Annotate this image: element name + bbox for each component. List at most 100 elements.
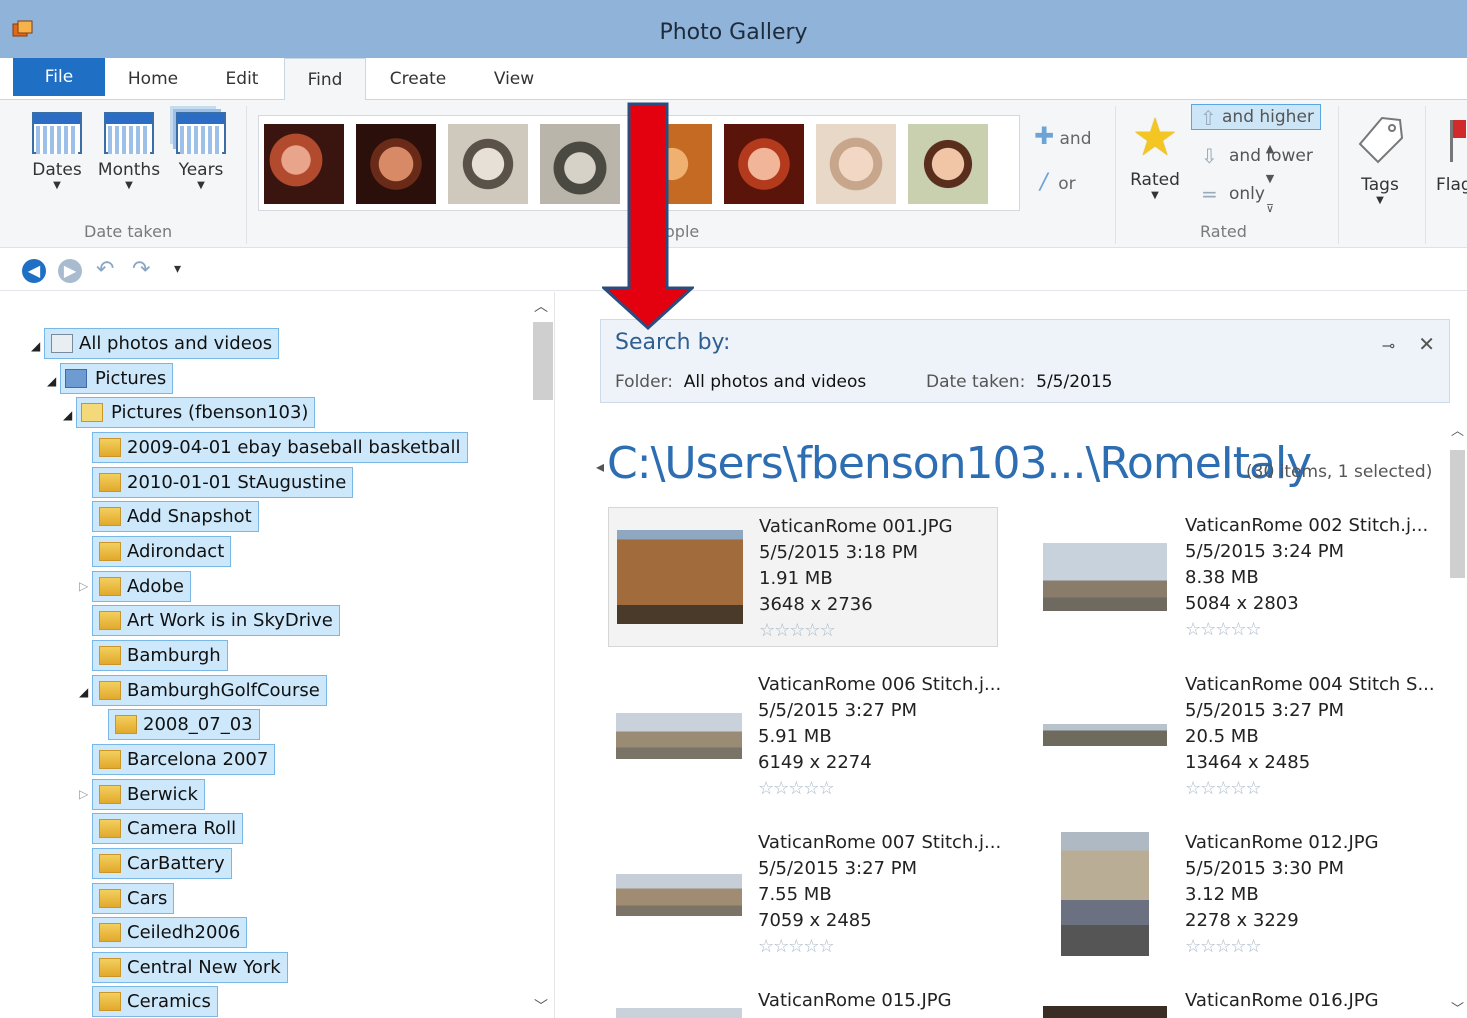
tree-item-folder[interactable]: 2008_07_03 (108, 709, 260, 740)
tree-item-folder[interactable]: Adirondact (92, 536, 232, 567)
scroll-down-icon[interactable]: ﹀ (1451, 998, 1464, 1017)
pictures-icon (65, 369, 87, 388)
rating-stars[interactable]: ☆☆☆☆☆ (1185, 934, 1379, 960)
collapse-arrow-icon[interactable]: ◢ (79, 685, 88, 699)
ribbon-separator (1115, 106, 1116, 244)
person-photo[interactable] (816, 124, 896, 204)
rating-stars[interactable]: ☆☆☆☆☆ (1185, 776, 1435, 802)
and-button[interactable]: ✚ and (1034, 122, 1092, 150)
date-taken-group-label: Date taken (84, 222, 173, 241)
years-button[interactable]: Years ▼ (172, 112, 230, 192)
close-icon[interactable]: ✕ (1418, 332, 1435, 356)
tree-item-folder[interactable]: Barcelona 2007 (92, 744, 276, 775)
rated-button[interactable]: ★ Rated ▼ (1126, 112, 1184, 202)
tab-find[interactable]: Find (284, 58, 366, 101)
collapse-arrow-icon[interactable]: ◢ (47, 374, 56, 388)
dropdown-arrow-icon: ▼ (125, 180, 133, 191)
tree-item-folder[interactable]: Bamburgh (92, 640, 228, 671)
folder-icon (99, 785, 121, 804)
photo-card[interactable]: VaticanRome 012.JPG 5/5/2015 3:30 PM 3.1… (1035, 824, 1425, 964)
customize-toolbar-icon[interactable]: ▾ (174, 261, 181, 277)
rating-stars[interactable]: ☆☆☆☆☆ (758, 934, 1001, 960)
tree-item-folder[interactable]: Cars (92, 883, 175, 914)
calendar-icon (32, 112, 82, 154)
scrollbar-thumb[interactable] (533, 322, 553, 400)
collapse-group-icon[interactable]: ◂ (596, 457, 604, 476)
tab-home[interactable]: Home (118, 58, 188, 100)
tags-button[interactable]: Tags ▼ (1352, 112, 1408, 207)
folder-icon (99, 854, 121, 873)
folder-criterion[interactable]: Folder: All photos and videos (615, 372, 866, 392)
date-criterion[interactable]: Date taken: 5/5/2015 (926, 372, 1113, 392)
and-higher-option[interactable]: ⇧ and higher (1191, 104, 1321, 130)
back-icon[interactable]: ◀ (22, 259, 46, 283)
pin-icon[interactable]: ⊸ (1382, 336, 1395, 355)
folder-icon (99, 992, 121, 1011)
redo-icon[interactable]: ↷ (132, 257, 150, 282)
tree-item-pictures-fbenson103[interactable]: Pictures (fbenson103) (76, 397, 316, 428)
photo-card[interactable]: VaticanRome 016.JPG (1035, 984, 1425, 1018)
photo-thumbnail[interactable] (616, 874, 742, 916)
person-photo[interactable] (724, 124, 804, 204)
photo-thumbnail[interactable] (1061, 832, 1149, 956)
months-button[interactable]: Months ▼ (94, 112, 164, 192)
tree-item-folder[interactable]: Camera Roll (92, 813, 244, 844)
person-photo[interactable] (448, 124, 528, 204)
tree-item-all-photos[interactable]: All photos and videos (44, 328, 280, 359)
tree-item-folder[interactable]: Art Work is in SkyDrive (92, 605, 340, 636)
tree-item-folder[interactable]: Berwick (92, 779, 205, 810)
photo-thumbnail[interactable] (617, 530, 743, 624)
scroll-down-icon[interactable]: ﹀ (534, 996, 548, 1016)
tab-edit[interactable]: Edit (212, 58, 272, 100)
photo-thumbnail[interactable] (1043, 543, 1167, 611)
collapse-arrow-icon[interactable]: ◢ (31, 339, 40, 353)
tree-item-folder[interactable]: 2010-01-01 StAugustine (92, 467, 354, 498)
tree-item-folder[interactable]: Ceramics (92, 986, 218, 1017)
item-count: (30 items, 1 selected) (1246, 462, 1433, 482)
dates-button[interactable]: Dates ▼ (28, 112, 86, 192)
calendar-stack-icon (176, 112, 226, 154)
rating-stars[interactable]: ☆☆☆☆☆ (1185, 617, 1428, 643)
tree-item-folder[interactable]: CarBattery (92, 848, 232, 879)
photo-card[interactable]: VaticanRome 007 Stitch.j... 5/5/2015 3:2… (608, 824, 1001, 964)
collapse-arrow-icon[interactable]: ◢ (63, 408, 72, 422)
tab-view[interactable]: View (482, 58, 546, 100)
expand-arrow-icon[interactable]: ▷ (79, 787, 88, 801)
tree-item-pictures[interactable]: Pictures (60, 363, 174, 394)
person-photo[interactable] (356, 124, 436, 204)
and-lower-option[interactable]: ⇩ and lower (1199, 144, 1313, 168)
folder-path-heading[interactable]: ◂C:\Users\fbenson103...\RomeItaly (596, 438, 1312, 489)
or-button[interactable]: / or (1040, 170, 1076, 195)
photo-thumbnail[interactable] (616, 713, 742, 759)
tab-file[interactable]: File (13, 58, 105, 96)
tree-item-folder[interactable]: Ceiledh2006 (92, 917, 248, 948)
scroll-up-icon[interactable]: ︿ (1451, 420, 1464, 439)
photo-card[interactable]: VaticanRome 004 Stitch S... 5/5/2015 3:2… (1035, 666, 1435, 806)
person-photo[interactable] (264, 124, 344, 204)
photo-card[interactable]: VaticanRome 006 Stitch.j... 5/5/2015 3:2… (608, 666, 1001, 806)
photo-thumbnail[interactable] (1043, 1006, 1167, 1018)
tab-create[interactable]: Create (380, 58, 456, 100)
tree-item-folder[interactable]: Adobe (92, 571, 191, 602)
forward-icon[interactable]: ▶ (58, 259, 82, 283)
photo-thumbnail[interactable] (616, 1008, 742, 1018)
photo-card[interactable]: VaticanRome 002 Stitch.j... 5/5/2015 3:2… (1035, 507, 1428, 647)
tree-item-folder[interactable]: Add Snapshot (92, 501, 259, 532)
undo-icon[interactable]: ↶ (96, 257, 114, 282)
tree-scrollbar[interactable]: ︿ ﹀ (530, 292, 554, 1018)
expand-arrow-icon[interactable]: ▷ (79, 579, 88, 593)
only-option[interactable]: = only (1199, 182, 1265, 206)
tree-item-folder[interactable]: 2009-04-01 ebay baseball basketball (92, 432, 468, 463)
photo-card[interactable]: VaticanRome 015.JPG (608, 984, 998, 1018)
rating-stars[interactable]: ☆☆☆☆☆ (759, 618, 953, 644)
scroll-up-icon[interactable]: ︿ (534, 296, 548, 316)
tree-item-folder[interactable]: Central New York (92, 952, 288, 983)
photo-card[interactable]: VaticanRome 001.JPG 5/5/2015 3:18 PM 1.9… (608, 507, 998, 647)
rating-stars[interactable]: ☆☆☆☆☆ (758, 776, 1001, 802)
content-scrollbar[interactable]: ︿ ﹀ (1448, 420, 1467, 1018)
photo-thumbnail[interactable] (1043, 724, 1167, 746)
scrollbar-thumb[interactable] (1450, 450, 1465, 578)
tree-item-folder[interactable]: BamburghGolfCourse (92, 675, 327, 706)
person-photo[interactable] (908, 124, 988, 204)
flag-button[interactable]: Flag (1436, 112, 1467, 195)
